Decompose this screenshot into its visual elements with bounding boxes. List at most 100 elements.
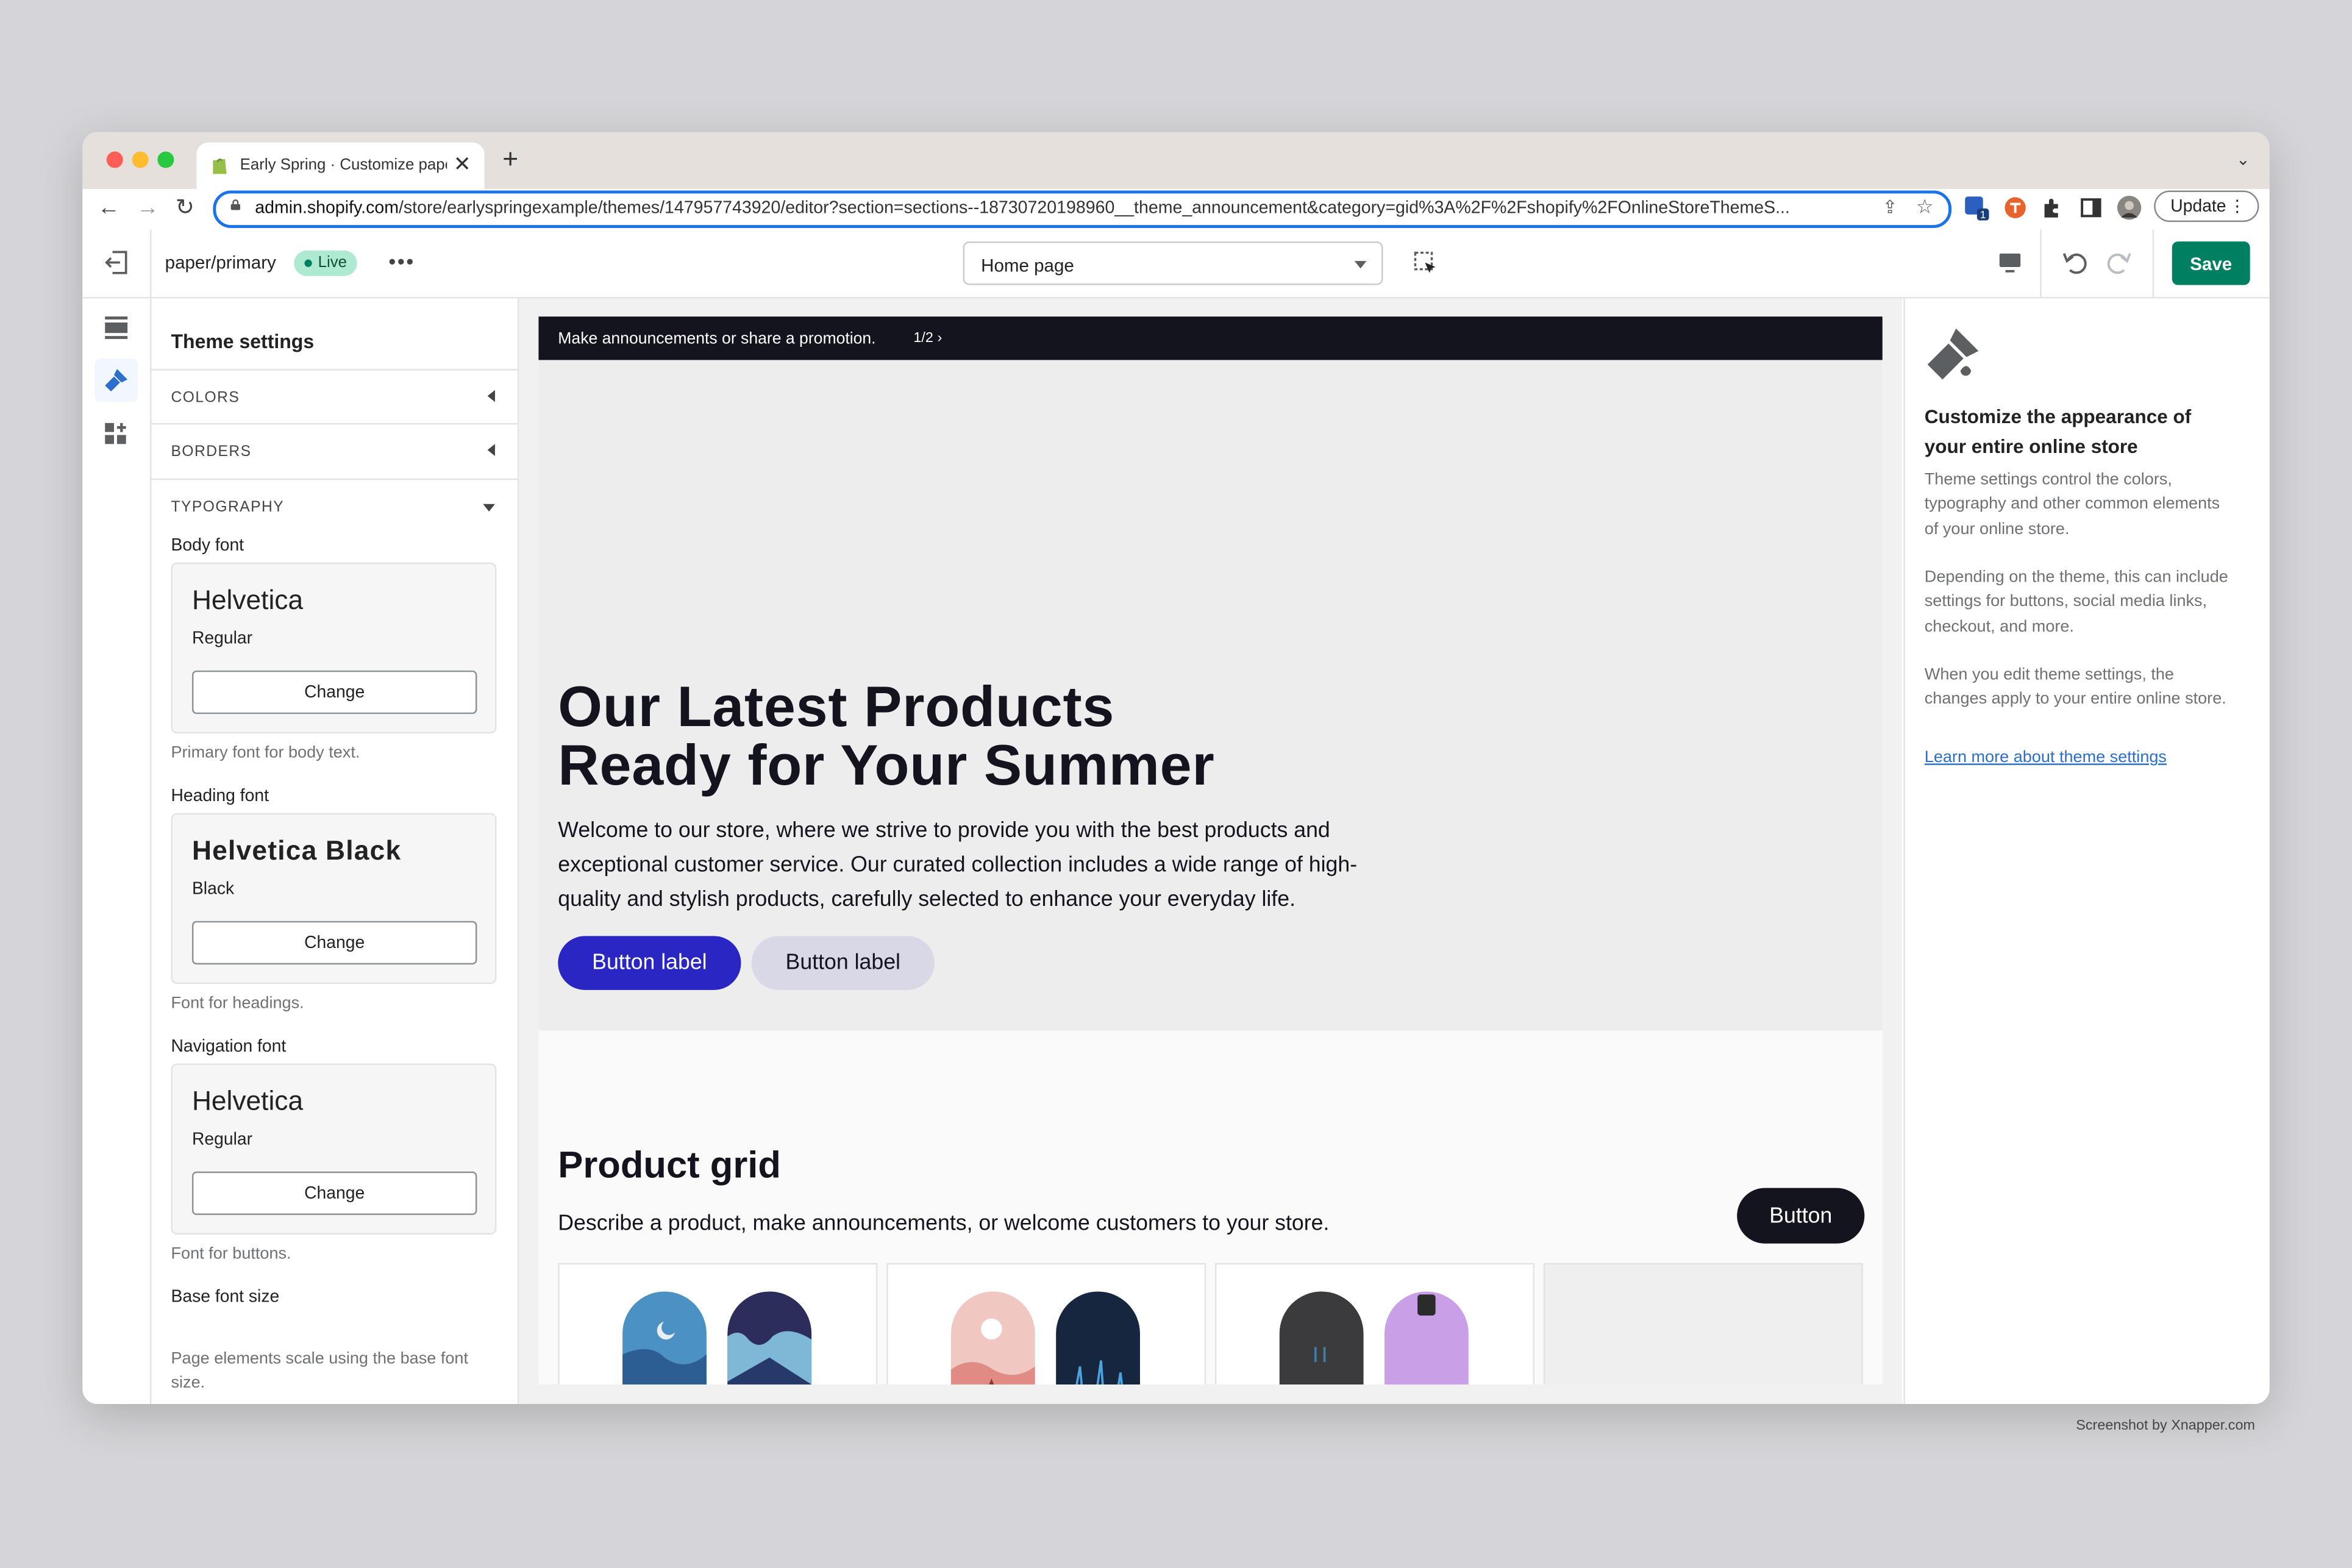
star-icon[interactable]: ☆	[1916, 195, 1934, 219]
divider	[2152, 229, 2154, 298]
body-font-family: Helvetica	[191, 585, 304, 615]
paint-brush-icon	[1927, 328, 1979, 380]
heading-font-picker: Helvetica Black Black Change	[171, 813, 497, 985]
theme-name: paper/primary	[165, 252, 276, 273]
announcement-pager[interactable]: 1/2 ›	[913, 330, 942, 346]
redo-icon[interactable]	[2104, 249, 2133, 276]
navigation-font-style: Regular	[191, 1131, 253, 1149]
share-icon[interactable]: ⇪	[1883, 196, 1898, 217]
page-select-value: Home page	[981, 255, 1074, 276]
info-paragraph: Depending on the theme, this can include…	[1924, 568, 2228, 636]
browser-menu-icon[interactable]: ⋮	[2229, 196, 2245, 216]
base-font-size-label: Base font size	[171, 1288, 280, 1307]
divider	[150, 229, 152, 298]
store-preview[interactable]: Make announcements or share a promotion.…	[538, 316, 1883, 1385]
caret-left-icon	[487, 390, 495, 402]
update-label: Update	[2170, 198, 2226, 216]
product-card[interactable]	[1214, 1263, 1535, 1385]
hero-text: Welcome to our store, where we strive to…	[558, 819, 1358, 912]
apps-button[interactable]	[94, 413, 138, 456]
colors-accordion[interactable]: COLORS	[151, 369, 518, 424]
theme-settings-button[interactable]	[94, 358, 138, 402]
close-tab-icon[interactable]: ✕	[454, 152, 471, 177]
svg-text:1: 1	[1980, 208, 1986, 221]
theme-settings-panel: Theme settings COLORS BORDERS TYPOGRAPHY…	[151, 298, 519, 1404]
product-card[interactable]	[886, 1263, 1206, 1385]
hero-section: Our Latest Products Ready for Your Summer…	[538, 360, 1883, 1031]
heading-font-label: Heading font	[171, 787, 269, 806]
navigation-font-label: Navigation font	[171, 1038, 287, 1057]
theme-brush-icon	[105, 369, 128, 392]
heading-font-help: Font for headings.	[171, 994, 304, 1013]
body-font-style: Regular	[191, 630, 253, 648]
editor-rail	[82, 298, 152, 1404]
product-grid-text: Describe a product, make announcements, …	[558, 1212, 1330, 1236]
browser-window: Early Spring · Customize paper/primary ·…	[82, 132, 2270, 1404]
navigation-font-help: Font for buttons.	[171, 1245, 291, 1263]
product-image	[622, 1291, 812, 1385]
caret-down-icon	[1354, 261, 1367, 269]
inspect-icon[interactable]	[1413, 251, 1439, 276]
product-image	[950, 1291, 1140, 1385]
profile-avatar[interactable]	[2117, 195, 2142, 221]
hero-primary-button[interactable]: Button label	[558, 936, 741, 990]
sections-button[interactable]	[94, 306, 138, 349]
extension-orange-icon[interactable]	[2003, 195, 2028, 221]
body-font-picker: Helvetica Regular Change	[171, 562, 497, 734]
change-navigation-font-button[interactable]: Change	[191, 1171, 477, 1215]
divider	[2040, 229, 2042, 298]
product-image	[1279, 1291, 1469, 1385]
panel-title: Theme settings	[171, 330, 315, 353]
new-tab-button[interactable]: +	[502, 146, 518, 173]
info-panel: Customize the appearance of your entire …	[1903, 298, 2270, 1404]
extensions-puzzle-icon[interactable]	[2040, 195, 2065, 221]
navigation-font-family: Helvetica	[191, 1086, 304, 1116]
sections-icon	[105, 316, 128, 340]
caret-down-icon	[483, 504, 495, 512]
typography-accordion[interactable]: TYPOGRAPHY	[151, 478, 518, 534]
back-icon[interactable]: ←	[98, 196, 120, 220]
desktop-icon[interactable]	[1998, 251, 2022, 274]
close-window-button[interactable]	[106, 151, 123, 168]
borders-label: BORDERS	[171, 444, 252, 461]
product-grid-button[interactable]: Button	[1737, 1188, 1865, 1244]
change-body-font-button[interactable]: Change	[191, 670, 477, 715]
typography-label: TYPOGRAPHY	[171, 499, 285, 516]
live-badge: Live	[294, 250, 358, 276]
page-select[interactable]: Home page	[963, 241, 1383, 285]
heading-font-style: Black	[191, 880, 235, 899]
extension-badge-icon[interactable]: 1	[1964, 195, 1989, 221]
lock-icon	[230, 199, 240, 210]
editor-topbar: paper/primary Live ••• Home page Save	[82, 229, 2270, 299]
more-icon[interactable]: •••	[388, 249, 415, 273]
borders-accordion[interactable]: BORDERS	[151, 422, 518, 479]
reload-icon[interactable]: ↻	[176, 196, 194, 220]
sidebar-icon[interactable]	[2079, 195, 2104, 221]
learn-more-link[interactable]: Learn more about theme settings	[1925, 749, 2167, 767]
announcement-text: Make announcements or share a promotion.	[558, 330, 876, 348]
undo-icon[interactable]	[2061, 249, 2090, 276]
product-grid-title: Product grid	[558, 1144, 781, 1187]
address-bar[interactable]: admin.shopify.com/store/earlyspringexamp…	[213, 190, 1952, 228]
browser-tab[interactable]: Early Spring · Customize paper/primary ·…	[196, 142, 485, 190]
tab-bar: Early Spring · Customize paper/primary ·…	[82, 132, 2270, 190]
shopify-icon	[213, 159, 227, 174]
update-button[interactable]: Update ⋮	[2154, 190, 2259, 223]
minimize-window-button[interactable]	[132, 151, 149, 168]
base-font-size-help: Page elements scale using the base font …	[171, 1350, 469, 1392]
product-card[interactable]	[558, 1263, 878, 1385]
hero-secondary-button[interactable]: Button label	[751, 936, 935, 990]
url-text: admin.shopify.com/store/earlyspringexamp…	[255, 198, 1790, 218]
info-paragraph: Theme settings control the colors, typog…	[1924, 471, 2220, 538]
body-font-label: Body font	[171, 536, 244, 555]
screenshot-credit: Screenshot by Xnapper.com	[2076, 1417, 2255, 1434]
zoom-window-button[interactable]	[157, 151, 174, 168]
exit-icon[interactable]	[104, 251, 129, 274]
announcement-bar[interactable]: Make announcements or share a promotion.…	[538, 316, 1883, 360]
forward-icon[interactable]: →	[137, 196, 159, 220]
change-heading-font-button[interactable]: Change	[191, 921, 477, 965]
save-button[interactable]: Save	[2172, 241, 2250, 285]
info-title: Customize the appearance of your entire …	[1924, 405, 2192, 457]
tab-search-chevron-icon[interactable]: ⌄	[2236, 150, 2250, 170]
apps-icon	[105, 422, 126, 444]
